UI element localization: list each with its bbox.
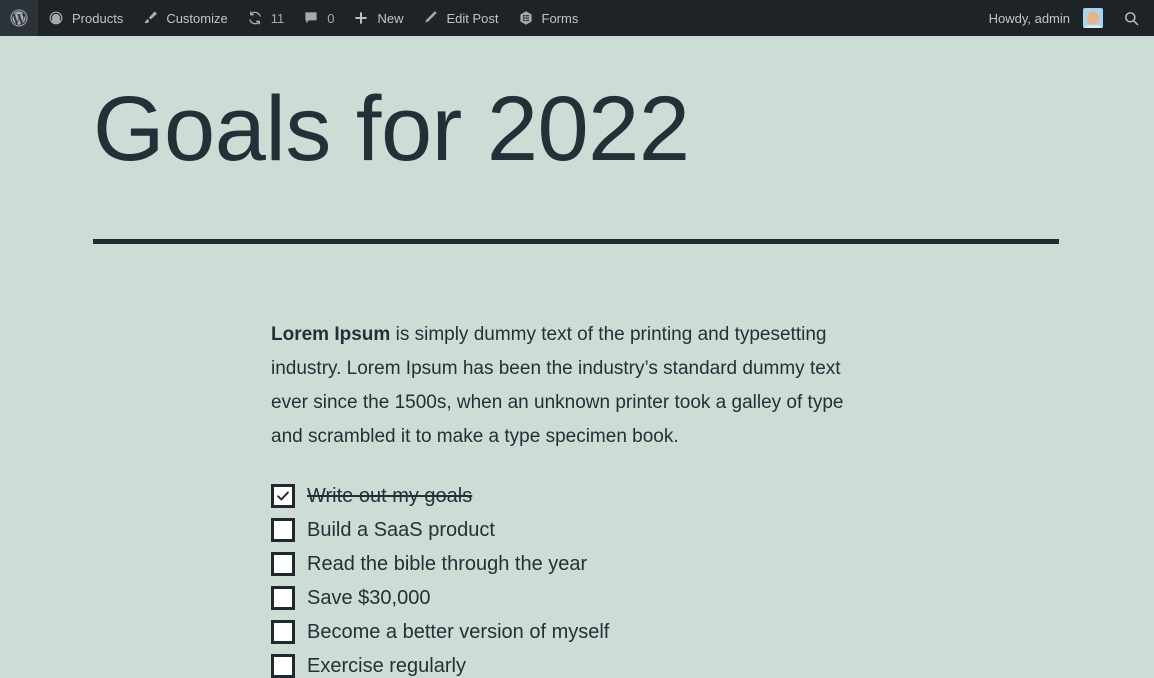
checkbox-unchecked[interactable] (271, 552, 295, 577)
admin-bar-item-new[interactable]: New (343, 0, 412, 36)
admin-bar-label-updates-count: 11 (270, 10, 285, 26)
wordpress-logo-menu[interactable] (0, 0, 38, 36)
admin-bar-item-comments[interactable]: 0 (293, 0, 343, 36)
checklist-item[interactable]: Write out my goals (271, 484, 1154, 509)
admin-bar-right-group: Howdy, admin (980, 0, 1154, 36)
intro-bold-lead: Lorem Ipsum (271, 324, 391, 346)
intro-paragraph: Lorem Ipsum is simply dummy text of the … (271, 318, 861, 454)
checklist-item[interactable]: Build a SaaS product (271, 518, 1154, 543)
plus-icon (352, 9, 370, 27)
forms-icon (517, 9, 535, 27)
wp-admin-bar: Products Customize 11 0 New Edit Post Fo… (0, 0, 1154, 36)
admin-bar-item-updates[interactable]: 11 (237, 0, 294, 36)
post-content: Lorem Ipsum is simply dummy text of the … (0, 244, 1154, 678)
admin-bar-item-customize[interactable]: Customize (132, 0, 236, 36)
checkbox-checked[interactable] (271, 484, 295, 509)
page-body: Goals for 2022 Lorem Ipsum is simply dum… (0, 36, 1154, 678)
admin-bar-label-new: New (377, 10, 404, 26)
search-icon (1122, 9, 1140, 27)
title-section: Goals for 2022 (0, 36, 1154, 245)
checklist-item[interactable]: Become a better version of myself (271, 620, 1154, 645)
admin-bar-label-customize: Customize (166, 10, 228, 26)
checklist-item[interactable]: Exercise regularly (271, 654, 1154, 678)
admin-bar-item-products[interactable]: Products (38, 0, 132, 36)
avatar (1083, 8, 1103, 28)
howdy-greeting: Howdy, admin (988, 10, 1070, 26)
checklist-item-label: Write out my goals (307, 485, 473, 508)
checkbox-unchecked[interactable] (271, 654, 295, 678)
page-title: Goals for 2022 (93, 78, 690, 180)
admin-bar-label-forms: Forms (541, 10, 579, 26)
pencil-icon (421, 9, 439, 27)
admin-bar-my-account[interactable]: Howdy, admin (980, 0, 1112, 36)
checklist-item[interactable]: Save $30,000 (271, 586, 1154, 611)
comment-icon (302, 9, 320, 27)
checklist-item[interactable]: Read the bible through the year (271, 552, 1154, 577)
admin-bar-label-edit-post: Edit Post (446, 10, 499, 26)
checklist-item-label: Save $30,000 (307, 587, 431, 610)
checklist-item-label: Build a SaaS product (307, 519, 495, 542)
checklist-item-label: Read the bible through the year (307, 553, 588, 576)
checkbox-unchecked[interactable] (271, 518, 295, 543)
paintbrush-icon (141, 9, 159, 27)
wordpress-logo-icon (10, 9, 28, 27)
checkbox-unchecked[interactable] (271, 620, 295, 645)
dashboard-icon (47, 9, 65, 27)
checklist-item-label: Exercise regularly (307, 655, 466, 678)
admin-bar-search-button[interactable] (1112, 0, 1154, 36)
goals-checklist: Write out my goals Build a SaaS product Re… (271, 484, 1154, 678)
admin-bar-label-comments-count: 0 (327, 10, 335, 26)
admin-bar-label-products: Products (72, 10, 124, 26)
checkbox-unchecked[interactable] (271, 586, 295, 611)
checkmark-icon (277, 491, 289, 501)
admin-bar-item-forms[interactable]: Forms (508, 0, 588, 36)
checklist-item-label: Become a better version of myself (307, 621, 610, 644)
admin-bar-left-group: Products Customize 11 0 New Edit Post Fo… (0, 0, 587, 36)
updates-icon (246, 9, 264, 27)
admin-bar-item-edit-post[interactable]: Edit Post (412, 0, 507, 36)
